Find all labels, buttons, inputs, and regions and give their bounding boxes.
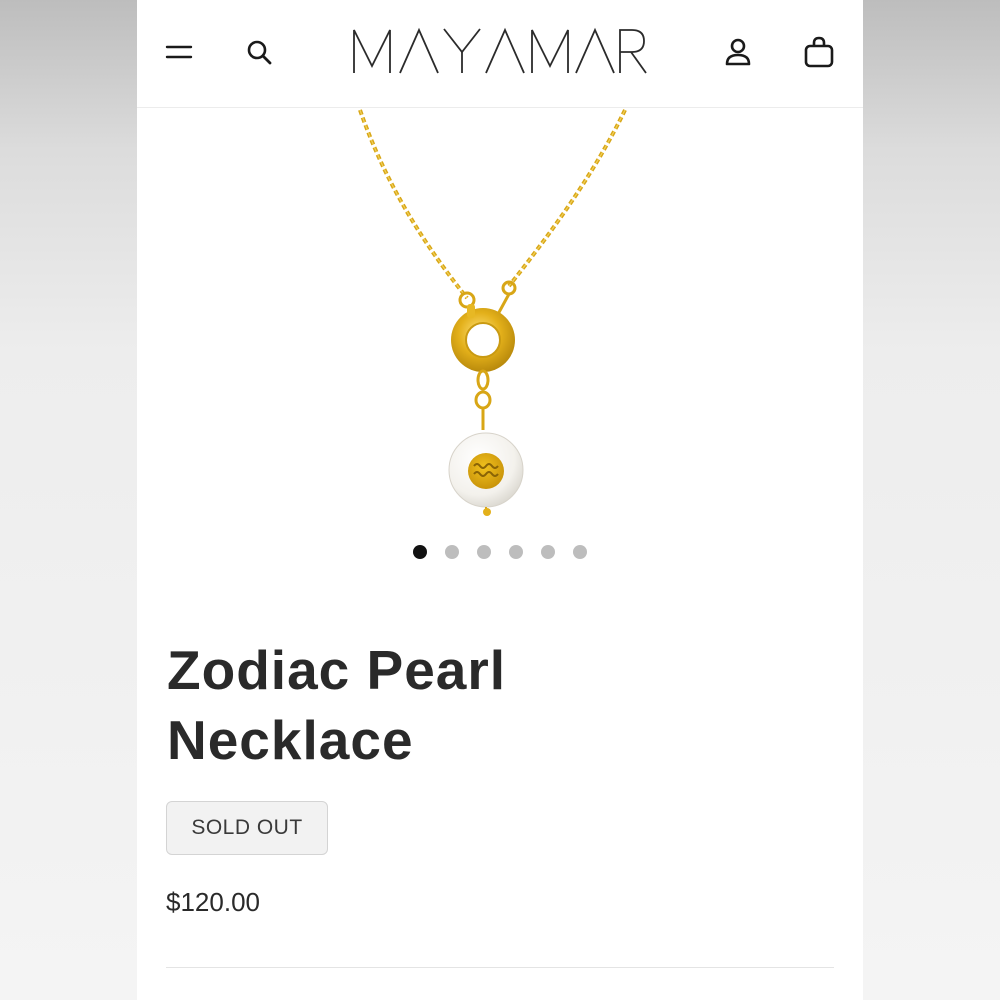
logo-wordmark bbox=[353, 27, 647, 74]
cart-button[interactable] bbox=[799, 32, 839, 72]
carousel-dot[interactable] bbox=[541, 545, 555, 559]
product-title: Zodiac Pearl Necklace bbox=[167, 639, 507, 771]
necklace-image bbox=[358, 109, 627, 516]
carousel-dot[interactable] bbox=[573, 545, 587, 559]
product-image[interactable] bbox=[137, 108, 863, 528]
account-button[interactable] bbox=[718, 32, 758, 72]
mobile-page: Zodiac Pearl Necklace SOLD OUT $120.00 bbox=[137, 0, 863, 1000]
divider bbox=[166, 967, 834, 968]
background-left bbox=[0, 0, 137, 1000]
product-price: $120.00 bbox=[166, 887, 260, 917]
carousel-dots bbox=[137, 545, 863, 563]
background-right bbox=[863, 0, 1000, 1000]
carousel-dot[interactable] bbox=[509, 545, 523, 559]
carousel-dot[interactable] bbox=[477, 545, 491, 559]
search-icon bbox=[247, 40, 272, 65]
sold-out-badge: SOLD OUT bbox=[166, 801, 328, 855]
menu-button[interactable] bbox=[159, 32, 199, 72]
carousel-dot[interactable] bbox=[413, 545, 427, 559]
shopping-bag-icon bbox=[804, 36, 834, 68]
menu-icon bbox=[165, 45, 193, 59]
brand-logo[interactable] bbox=[347, 22, 653, 80]
site-header bbox=[137, 0, 863, 108]
search-button[interactable] bbox=[239, 32, 279, 72]
user-icon bbox=[725, 38, 751, 66]
carousel-dot[interactable] bbox=[445, 545, 459, 559]
